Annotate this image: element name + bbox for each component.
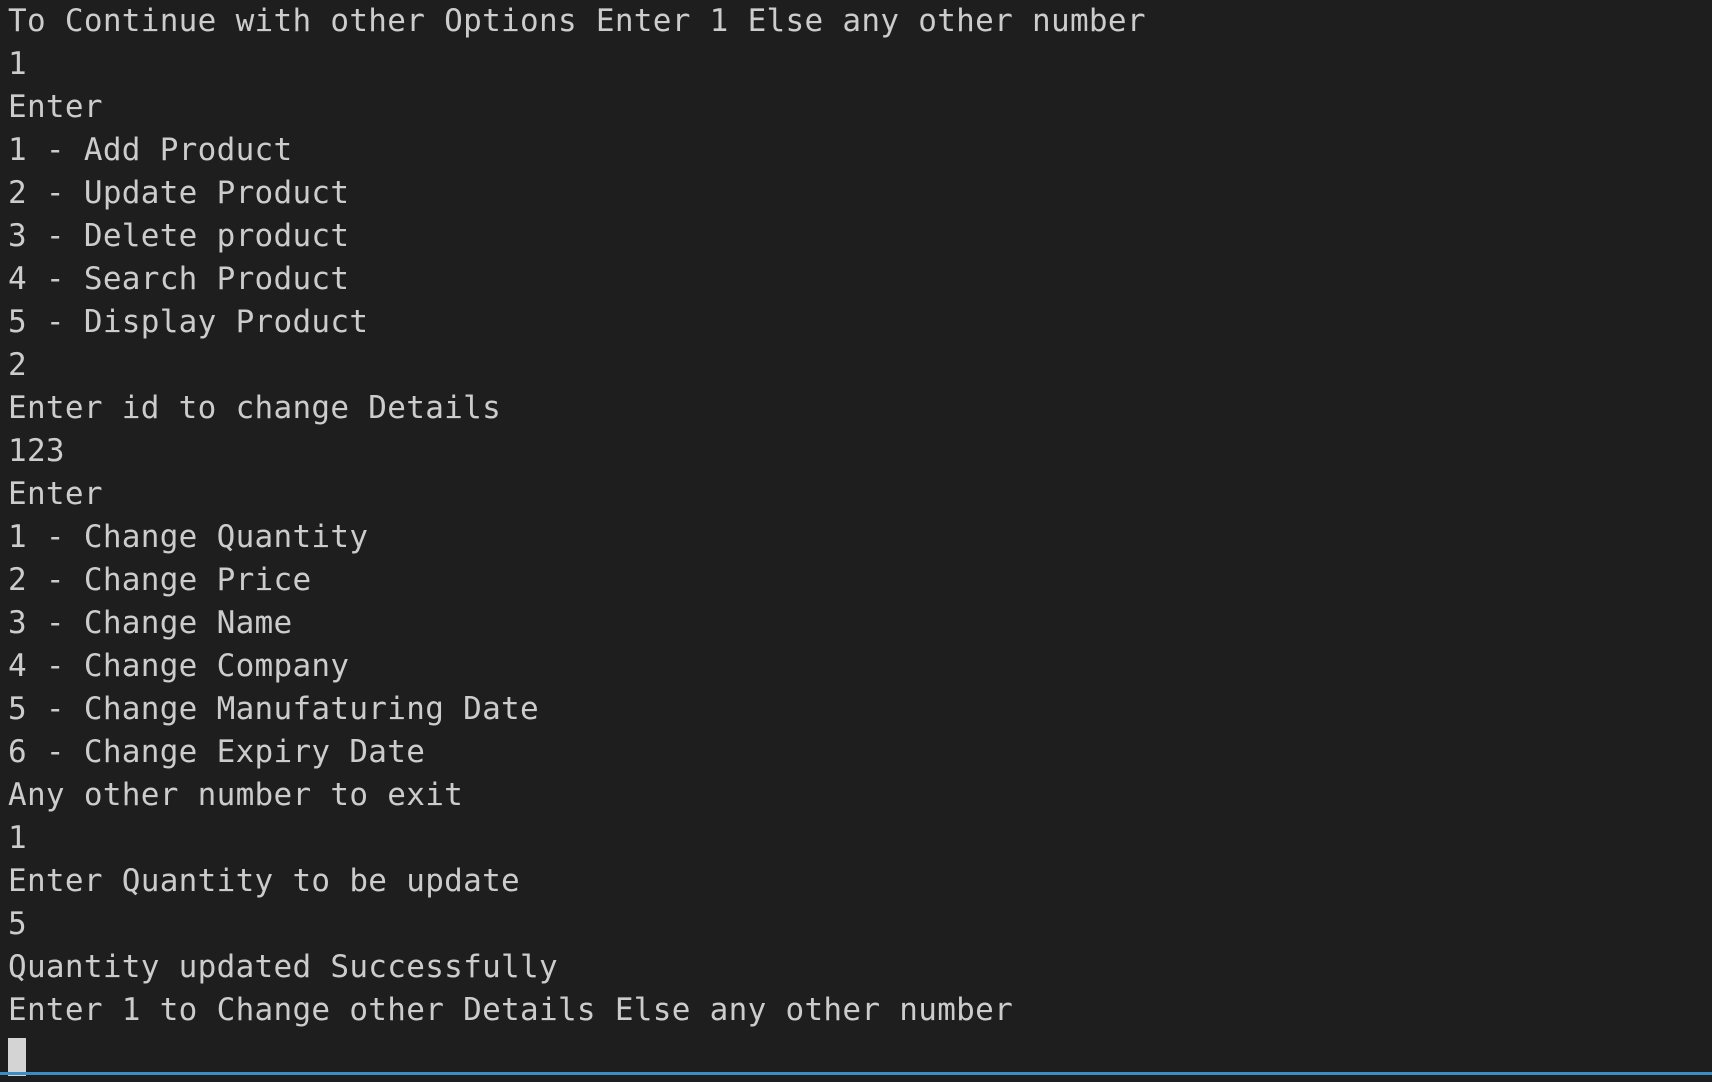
terminal-line: 1 - Add Product <box>8 132 293 168</box>
terminal-line: 4 - Search Product <box>8 261 350 297</box>
terminal-line: 1 <box>8 46 27 82</box>
terminal-line: Enter <box>8 476 103 512</box>
text-cursor <box>8 1038 26 1076</box>
terminal-line: Enter 1 to Change other Details Else any… <box>8 992 1014 1028</box>
terminal-line: Any other number to exit <box>8 777 464 813</box>
terminal-line: 5 - Display Product <box>8 304 369 340</box>
terminal-line: 123 <box>8 433 65 469</box>
terminal-line: 4 - Change Company <box>8 648 350 684</box>
terminal-line: 5 - Change Manufaturing Date <box>8 691 539 727</box>
terminal-line: 1 - Change Quantity <box>8 519 369 555</box>
terminal-line: Enter id to change Details <box>8 390 502 426</box>
terminal-output[interactable]: To Continue with other Options Enter 1 E… <box>0 0 1712 1076</box>
terminal-line: 3 - Delete product <box>8 218 350 254</box>
terminal-line: 2 - Change Price <box>8 562 312 598</box>
terminal-line: Enter <box>8 89 103 125</box>
terminal-line: 6 - Change Expiry Date <box>8 734 426 770</box>
terminal-line: Enter Quantity to be update <box>8 863 521 899</box>
terminal-line: 1 <box>8 820 27 856</box>
terminal-line: 5 <box>8 906 27 942</box>
terminal-line: 3 - Change Name <box>8 605 293 641</box>
terminal-line: 2 - Update Product <box>8 175 350 211</box>
terminal-line: To Continue with other Options Enter 1 E… <box>8 3 1146 39</box>
terminal-line: 2 <box>8 347 27 383</box>
terminal-line: Quantity updated Successfully <box>8 949 558 985</box>
